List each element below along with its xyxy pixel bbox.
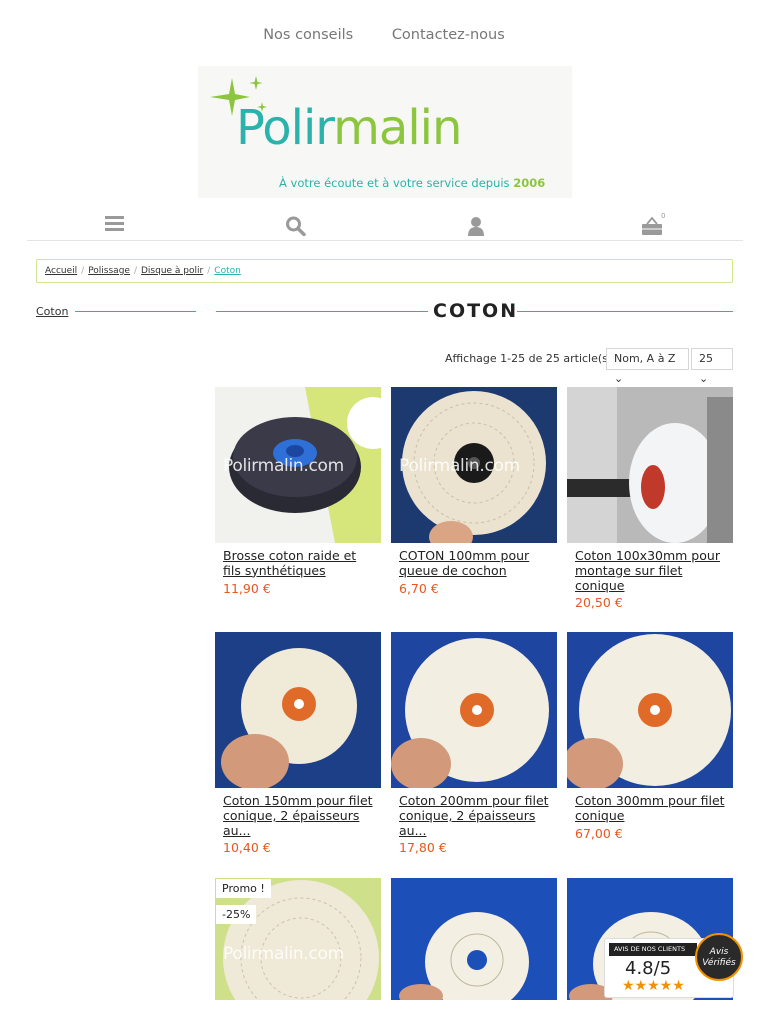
nav-link-contact[interactable]: Contactez-nous bbox=[392, 27, 505, 43]
product-card[interactable]: Polirmalin.com Brosse coton raide et fil… bbox=[215, 387, 381, 596]
title-divider-left bbox=[216, 311, 428, 312]
product-card[interactable] bbox=[391, 878, 557, 1000]
product-card[interactable]: Coton 300mm pour filet conique 67,00 € bbox=[567, 632, 733, 841]
product-name[interactable]: COTON 100mm pour queue de cochon bbox=[391, 548, 557, 579]
product-image[interactable] bbox=[215, 632, 381, 788]
results-count: Affichage 1-25 de 25 article(s) bbox=[445, 352, 613, 365]
product-card[interactable]: Coton 100x30mm pour montage sur filet co… bbox=[567, 387, 733, 610]
nav-link-conseils[interactable]: Nos conseils bbox=[263, 27, 353, 43]
product-price: 20,50 € bbox=[575, 595, 623, 611]
icon-bar: 0 bbox=[27, 212, 743, 241]
breadcrumb: Accueil / Polissage / Disque à polir / Coton bbox=[36, 259, 733, 283]
breadcrumb-disque[interactable]: Disque à polir bbox=[141, 266, 203, 276]
cart-count: 0 bbox=[661, 212, 666, 220]
breadcrumb-coton[interactable]: Coton bbox=[214, 266, 241, 276]
avis-verifies-logo: Avis Vérifiés bbox=[695, 933, 743, 981]
product-image[interactable]: Polirmalin.com bbox=[215, 387, 381, 543]
star-rating-icon: ★★★★★ bbox=[622, 978, 685, 994]
product-card[interactable]: Polirmalin.com Promo ! -25% bbox=[215, 878, 381, 1000]
product-name[interactable]: Brosse coton raide et fils synthétiques bbox=[215, 548, 381, 579]
product-price: 11,90 € bbox=[223, 580, 271, 596]
promo-badge: Promo ! bbox=[216, 879, 271, 898]
product-image[interactable] bbox=[391, 878, 557, 1000]
breadcrumb-polissage[interactable]: Polissage bbox=[88, 266, 130, 276]
product-name[interactable]: Coton 100x30mm pour montage sur filet co… bbox=[567, 548, 733, 593]
sidebar-divider bbox=[75, 311, 196, 312]
product-card[interactable]: Coton 200mm pour filet conique, 2 épaiss… bbox=[391, 632, 557, 855]
search-icon[interactable] bbox=[285, 216, 307, 236]
product-image[interactable] bbox=[567, 632, 733, 788]
product-price: 10,40 € bbox=[223, 840, 271, 856]
sidebar-item-coton[interactable]: Coton bbox=[36, 305, 68, 318]
site-logo[interactable]: Polirmalin À votre écoute et à votre ser… bbox=[198, 66, 572, 198]
cart-icon[interactable]: 0 bbox=[641, 212, 665, 236]
watermark: Polirmalin.com bbox=[223, 456, 344, 476]
product-image[interactable] bbox=[567, 387, 733, 543]
title-divider-right bbox=[517, 311, 733, 312]
watermark: Polirmalin.com bbox=[223, 944, 344, 964]
chevron-down-icon: ⌄ bbox=[699, 372, 709, 385]
product-image[interactable] bbox=[391, 632, 557, 788]
breadcrumb-accueil[interactable]: Accueil bbox=[45, 266, 77, 276]
per-page-select[interactable]: 25 ⌄ bbox=[691, 348, 733, 385]
basket-icon bbox=[642, 216, 662, 235]
sort-select[interactable]: Nom, A à Z ⌄ bbox=[606, 348, 689, 385]
watermark: Polirmalin.com bbox=[399, 456, 520, 476]
page-title: COTON bbox=[433, 300, 519, 322]
chevron-down-icon: ⌄ bbox=[614, 372, 624, 385]
product-name[interactable]: Coton 200mm pour filet conique, 2 épaiss… bbox=[391, 793, 557, 838]
logo-tagline: À votre écoute et à votre service depuis… bbox=[279, 176, 546, 190]
product-card[interactable]: Coton 150mm pour filet conique, 2 épaiss… bbox=[215, 632, 381, 855]
reviews-widget[interactable]: AVIS DE NOS CLIENTS 4.8/5 ★★★★★ Avis Vér… bbox=[604, 933, 743, 998]
top-nav: Nos conseils Contactez-nous bbox=[0, 27, 768, 43]
product-name[interactable]: Coton 150mm pour filet conique, 2 épaiss… bbox=[215, 793, 381, 838]
product-image[interactable]: Polirmalin.com bbox=[391, 387, 557, 543]
reviews-header: AVIS DE NOS CLIENTS bbox=[609, 943, 697, 956]
user-icon[interactable] bbox=[465, 216, 487, 236]
product-name[interactable]: Coton 300mm pour filet conique bbox=[567, 793, 733, 824]
discount-badge: -25% bbox=[216, 905, 257, 924]
menu-icon[interactable] bbox=[105, 216, 127, 236]
product-price: 67,00 € bbox=[575, 825, 623, 841]
product-image[interactable]: Polirmalin.com Promo ! -25% bbox=[215, 878, 381, 1000]
product-card[interactable]: Polirmalin.com COTON 100mm pour queue de… bbox=[391, 387, 557, 596]
logo-wordmark: Polirmalin bbox=[236, 100, 462, 156]
product-price: 17,80 € bbox=[399, 840, 447, 856]
product-price: 6,70 € bbox=[399, 580, 439, 596]
reviews-rating: 4.8/5 bbox=[625, 958, 672, 979]
